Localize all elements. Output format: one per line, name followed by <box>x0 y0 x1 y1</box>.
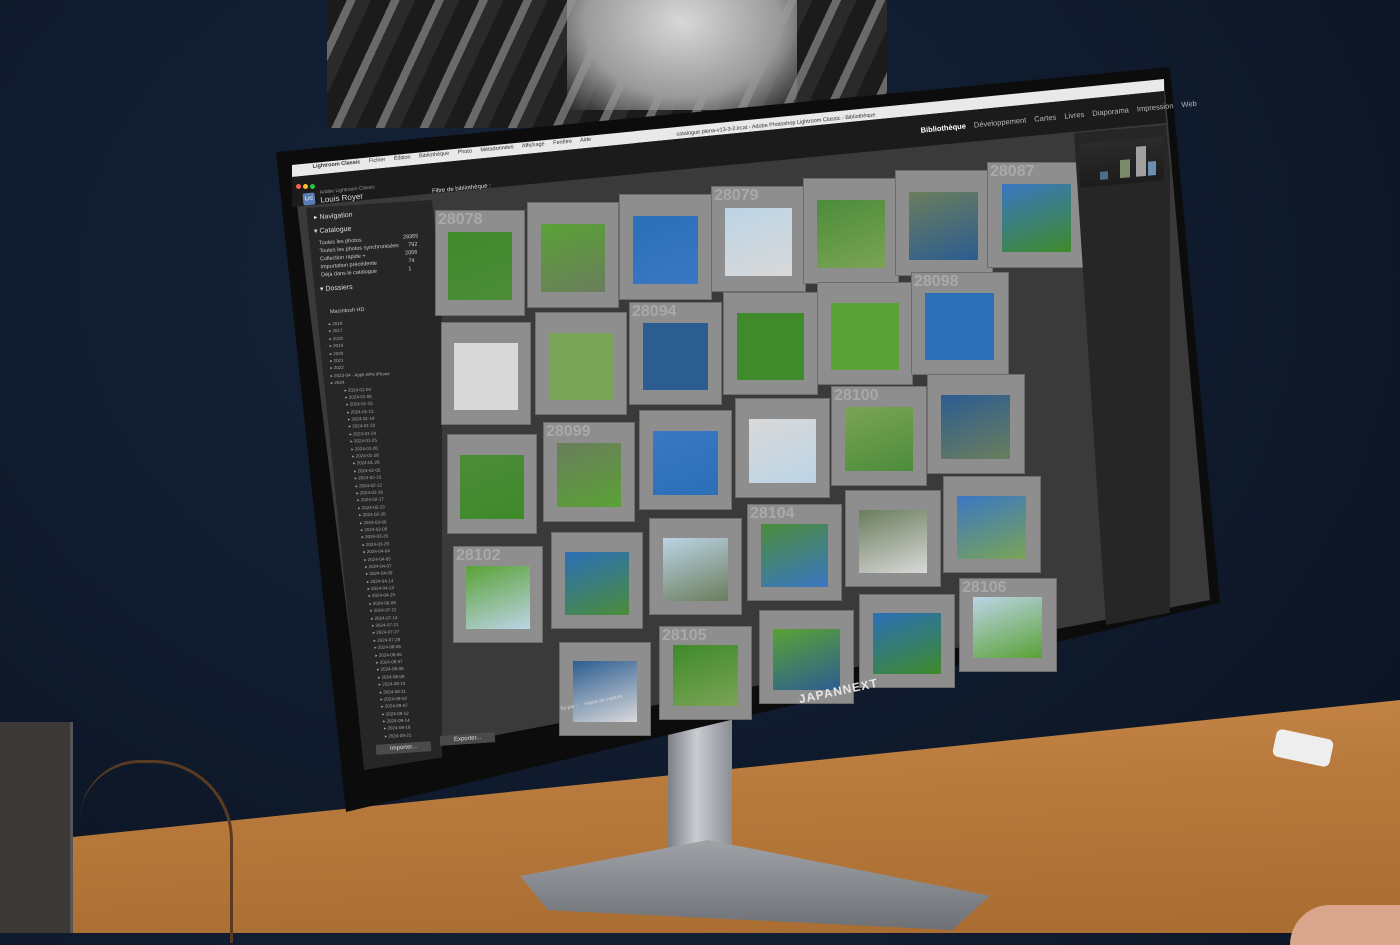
grid-cell[interactable]: 28098 <box>911 272 1009 375</box>
grid-cell-number: 28102 <box>456 547 501 564</box>
grid-cell-number: 28079 <box>714 187 759 204</box>
grid-cell[interactable]: 28087 <box>987 162 1086 268</box>
photo-thumbnail[interactable] <box>873 613 941 675</box>
grid-cell-number: 28078 <box>438 211 483 228</box>
photo-thumbnail[interactable] <box>652 430 719 496</box>
grid-cell[interactable]: 28102 <box>453 546 543 643</box>
photo-thumbnail[interactable] <box>957 496 1027 559</box>
grid-cell[interactable] <box>817 282 913 385</box>
photo-thumbnail[interactable] <box>831 303 899 370</box>
photo-thumbnail[interactable] <box>925 293 995 360</box>
grid-cell[interactable] <box>639 410 732 510</box>
photo-thumbnail[interactable] <box>448 231 512 301</box>
photo-thumbnail[interactable] <box>760 524 828 587</box>
photo-thumbnail[interactable] <box>736 313 804 380</box>
histogram-bar <box>1148 161 1156 176</box>
grid-cell[interactable] <box>895 170 993 276</box>
grid-cell[interactable] <box>723 292 818 395</box>
grid-cell[interactable]: 28079 <box>711 186 806 292</box>
photo-thumbnail[interactable] <box>859 510 927 573</box>
photo-thumbnail[interactable] <box>564 552 629 615</box>
grid-cell-number: 28105 <box>662 627 707 644</box>
photo-thumbnail[interactable] <box>642 323 709 390</box>
grid-cell[interactable] <box>845 490 941 587</box>
grid-cell[interactable] <box>943 476 1041 573</box>
grid-cell[interactable] <box>535 312 627 415</box>
grid-cell[interactable] <box>803 178 899 284</box>
grid-cell[interactable]: 28100 <box>831 386 927 486</box>
photo-thumbnail[interactable] <box>460 454 524 520</box>
photo-thumbnail[interactable] <box>941 394 1011 460</box>
photo-thumbnail[interactable] <box>817 199 885 269</box>
grid-cell[interactable] <box>859 594 955 688</box>
photo-thumbnail[interactable] <box>540 223 605 293</box>
grid-cell-number: 28087 <box>990 163 1035 180</box>
photo-thumbnail[interactable] <box>973 597 1043 659</box>
grid-cell[interactable] <box>927 374 1025 474</box>
grid-cell[interactable] <box>735 398 830 498</box>
grid-cell[interactable] <box>441 322 531 425</box>
grid-cell-number: 28104 <box>750 505 795 522</box>
photo-thumbnail[interactable] <box>672 645 739 707</box>
photo-thumbnail[interactable] <box>724 207 792 277</box>
photo-thumbnail[interactable] <box>548 333 613 400</box>
grid-cell[interactable]: 28078 <box>435 210 525 316</box>
grid-cell[interactable]: 28094 <box>629 302 722 405</box>
grid-cell[interactable] <box>559 642 651 736</box>
grid-cell-number: 28098 <box>914 273 959 290</box>
photo-thumbnail[interactable] <box>662 538 729 601</box>
grid-cell[interactable]: 28105 <box>659 626 752 720</box>
grid-cell[interactable] <box>619 194 712 300</box>
histogram <box>1080 136 1164 188</box>
photo-thumbnail[interactable] <box>1001 183 1072 253</box>
photo-thumbnail[interactable] <box>572 661 637 723</box>
histogram-bar <box>1120 159 1130 179</box>
histogram-bar <box>1100 171 1108 180</box>
grid-cell[interactable]: 28099 <box>543 422 635 522</box>
grid-cell-number: 28099 <box>546 423 591 440</box>
histogram-bar <box>1136 145 1146 177</box>
photo-thumbnail[interactable] <box>466 566 530 629</box>
grid-cell[interactable] <box>447 434 537 534</box>
grid-cell-number: 28100 <box>834 387 879 404</box>
photo-thumbnail[interactable] <box>772 629 840 691</box>
grid-cell[interactable] <box>649 518 742 615</box>
grid-cell[interactable] <box>551 532 643 629</box>
photo-thumbnail[interactable] <box>845 406 913 472</box>
photo-thumbnail[interactable] <box>454 343 518 410</box>
photo-thumbnail[interactable] <box>632 215 699 285</box>
monitor: Lightroom Classic Fichier Édition Biblio… <box>0 0 1400 933</box>
grid-cell-number: 28106 <box>962 579 1007 596</box>
grid-cell[interactable]: 28106 <box>959 578 1057 672</box>
grid-cell-number: 28094 <box>632 303 677 320</box>
photo-grid: 28078 28079 28087 28094 28098 28099 28100 28102… <box>0 0 1400 933</box>
photo-thumbnail[interactable] <box>556 442 621 508</box>
grid-cell[interactable]: 28104 <box>747 504 842 601</box>
photo-thumbnail[interactable] <box>909 191 979 261</box>
grid-cell[interactable] <box>527 202 619 308</box>
photo-thumbnail[interactable] <box>748 418 816 484</box>
